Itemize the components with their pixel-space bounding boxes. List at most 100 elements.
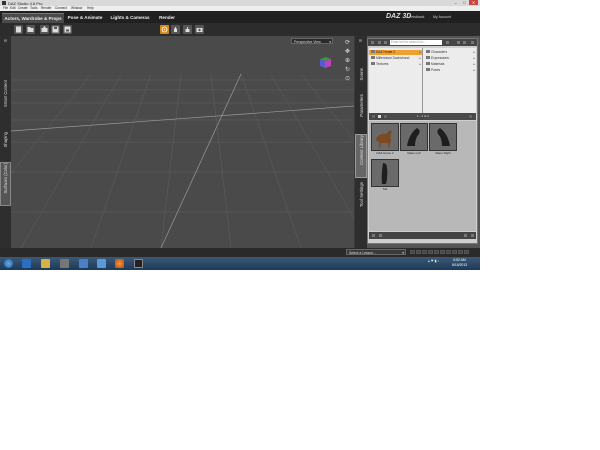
start-button[interactable] xyxy=(4,259,13,268)
daz3d-logo[interactable]: DAZ 3D xyxy=(386,13,411,20)
options-icon[interactable] xyxy=(470,40,475,45)
view-list-icon[interactable] xyxy=(456,40,461,45)
folder-label: Expressions xyxy=(431,56,449,60)
pane-menu-button[interactable] xyxy=(370,40,375,45)
remove-button[interactable] xyxy=(378,233,383,238)
lesson-step-button[interactable] xyxy=(434,250,439,254)
thumbnail xyxy=(400,123,428,151)
save-button[interactable] xyxy=(51,25,60,34)
media-player-icon[interactable] xyxy=(60,259,69,268)
minimize-button[interactable]: – xyxy=(451,0,460,5)
lesson-select[interactable]: Select a Lesson... ▾ xyxy=(346,249,406,255)
node-select-tool-button[interactable] xyxy=(171,25,180,34)
internet-explorer-icon[interactable] xyxy=(22,259,31,268)
page-number-button[interactable] xyxy=(377,114,382,119)
tab-surfaces-color[interactable]: Surfaces (Color) xyxy=(0,162,11,206)
add-button[interactable] xyxy=(371,233,376,238)
pan-icon[interactable]: ✥ xyxy=(344,49,351,56)
tail-icon xyxy=(372,160,398,186)
file-explorer-icon[interactable] xyxy=(41,259,50,268)
folder-item[interactable]: Materials ▸ xyxy=(424,62,476,67)
tab-scene[interactable]: Scene xyxy=(355,68,367,90)
view-grid-icon[interactable] xyxy=(462,40,467,45)
3d-viewport[interactable] xyxy=(11,36,354,248)
left-panel-toggle[interactable]: ≡ xyxy=(0,38,11,48)
content-search-input[interactable]: Enter text to search for... xyxy=(390,40,442,45)
lesson-step-button[interactable] xyxy=(452,250,457,254)
maximize-button[interactable]: □ xyxy=(460,0,469,5)
system-clock[interactable]: 6:52 AM 8/16/2013 xyxy=(452,258,467,267)
folder-item[interactable]: Expressions ▸ xyxy=(424,56,476,61)
save-as-button[interactable] xyxy=(63,25,72,34)
render-button[interactable] xyxy=(195,25,204,34)
daz-studio-taskbar-icon[interactable] xyxy=(134,259,143,268)
folder-icon xyxy=(426,68,430,72)
tab-smart-content[interactable]: Smart Content xyxy=(0,80,11,128)
folder-item[interactable]: Millennium Dachshund ▸ xyxy=(369,56,422,61)
folder-item[interactable]: DAZ Horse 2 ▸ xyxy=(369,50,422,55)
results-options-button[interactable] xyxy=(468,114,473,119)
open-button[interactable] xyxy=(26,25,35,34)
content-item[interactable]: Tail xyxy=(371,159,399,193)
network-icon[interactable] xyxy=(79,259,88,268)
refresh-button[interactable] xyxy=(463,233,468,238)
firefox-icon[interactable] xyxy=(115,259,124,268)
merge-icon xyxy=(41,26,48,32)
tab-scene-label: Scene xyxy=(358,68,364,81)
lesson-step-button[interactable] xyxy=(440,250,445,254)
camera-icon xyxy=(196,28,203,32)
settings-button[interactable] xyxy=(470,233,475,238)
content-library-pane: Enter text to search for... DAZ Horse 2 … xyxy=(367,38,478,244)
lesson-step-button[interactable] xyxy=(464,250,469,254)
folder-item[interactable]: Poses ▸ xyxy=(424,68,476,73)
search-icon[interactable] xyxy=(445,40,450,45)
content-item[interactable]: DAZ Horse 2 xyxy=(371,123,399,157)
new-scene-button[interactable] xyxy=(14,25,23,34)
tab-lights-cameras[interactable]: Lights & Cameras xyxy=(108,13,152,23)
lesson-step-button[interactable] xyxy=(458,250,463,254)
roll-icon[interactable]: ↻ xyxy=(344,67,351,74)
forward-button[interactable] xyxy=(383,40,388,45)
chevron-right-icon: ▸ xyxy=(419,62,421,66)
close-button[interactable]: ✕ xyxy=(469,0,478,5)
translate-tool-button[interactable] xyxy=(183,25,192,34)
tab-tool-settings[interactable]: Tool Settings xyxy=(355,182,367,220)
my-account-link[interactable]: My Account xyxy=(433,15,451,19)
cloud-app-icon[interactable] xyxy=(97,259,106,268)
content-item-label: Mane Right xyxy=(435,151,451,155)
menu-icon: ≡ xyxy=(358,39,364,42)
left-panel-tabs: ≡ Smart Content Shaping Surfaces (Color) xyxy=(0,36,11,248)
merge-button[interactable] xyxy=(40,25,49,34)
tab-content-library[interactable]: Content Library xyxy=(355,134,367,178)
orbit-icon[interactable]: ⟳ xyxy=(344,40,351,47)
view-cube[interactable] xyxy=(318,55,332,69)
lesson-step-button[interactable] xyxy=(410,250,415,254)
tab-shaping[interactable]: Shaping xyxy=(0,132,11,158)
content-item[interactable]: Mane Left xyxy=(400,123,428,157)
tab-render[interactable]: Render xyxy=(156,13,178,23)
camera-view-dropdown[interactable]: Perspective View ▾ xyxy=(291,38,333,44)
horse-icon xyxy=(372,124,398,150)
lesson-step-button[interactable] xyxy=(446,250,451,254)
frame-icon[interactable]: ⊙ xyxy=(344,76,351,83)
folder-item[interactable]: Characters ▸ xyxy=(424,50,476,55)
next-page-button[interactable] xyxy=(383,114,388,119)
lesson-step-button[interactable] xyxy=(416,250,421,254)
back-button[interactable] xyxy=(377,40,382,45)
mane-icon xyxy=(430,124,456,150)
lesson-step-button[interactable] xyxy=(428,250,433,254)
prev-page-button[interactable] xyxy=(371,114,376,119)
right-panel-toggle[interactable]: ≡ xyxy=(355,38,367,48)
folder-item[interactable]: Textures ▸ xyxy=(369,62,422,67)
right-panel-tabs: ≡ Scene Parameters Content Library Tool … xyxy=(355,36,367,248)
feedback-link[interactable]: Feedback xyxy=(409,15,424,19)
universal-tool-button[interactable] xyxy=(160,25,169,34)
lesson-step-button[interactable] xyxy=(422,250,427,254)
chevron-right-icon: ▸ xyxy=(419,56,421,60)
content-item[interactable]: Mane Right xyxy=(429,123,457,157)
thumbnail xyxy=(429,123,457,151)
tab-pose-animate[interactable]: Pose & Animate xyxy=(66,13,104,23)
zoom-icon[interactable]: ⊕ xyxy=(344,58,351,65)
tab-parameters[interactable]: Parameters xyxy=(355,94,367,130)
tray-icons[interactable]: ▴ ⚑ ▮ ♪ xyxy=(428,259,439,263)
